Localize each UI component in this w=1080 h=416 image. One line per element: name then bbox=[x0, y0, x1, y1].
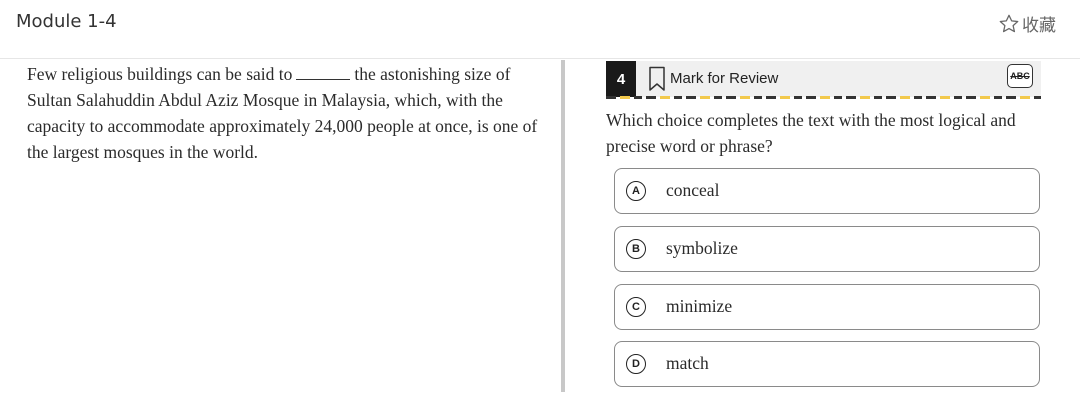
choice-c[interactable]: C minimize bbox=[614, 284, 1040, 330]
star-outline-icon bbox=[998, 13, 1020, 35]
choice-text: minimize bbox=[666, 296, 733, 316]
question-header-dashed-rule bbox=[606, 96, 1041, 99]
passage-text-before: Few religious buildings can be said to bbox=[27, 64, 293, 84]
choice-letter: B bbox=[626, 239, 646, 259]
choice-d[interactable]: D match bbox=[614, 341, 1040, 387]
bookmark-icon[interactable] bbox=[648, 66, 666, 97]
question-number: 4 bbox=[606, 61, 636, 97]
choice-text: symbolize bbox=[666, 238, 738, 258]
choice-text: conceal bbox=[666, 180, 720, 200]
question-prompt: Which choice completes the text with the… bbox=[606, 110, 1016, 156]
module-title: Module 1-4 bbox=[16, 11, 117, 32]
passage-blank bbox=[296, 63, 351, 80]
choice-a[interactable]: A conceal bbox=[614, 168, 1040, 214]
choice-letter: D bbox=[626, 354, 646, 374]
question-header: 4 Mark for Review ABC bbox=[606, 61, 1041, 99]
abc-label: ABC bbox=[1010, 71, 1030, 81]
header-divider bbox=[0, 58, 1080, 59]
mark-for-review-button[interactable]: Mark for Review bbox=[670, 70, 778, 87]
choice-letter: C bbox=[626, 297, 646, 317]
header-bar: Module 1-4 收藏 bbox=[0, 0, 1080, 46]
pane-divider[interactable] bbox=[561, 60, 565, 392]
reading-passage: Few religious buildings can be said to th… bbox=[27, 61, 542, 165]
favorite-label: 收藏 bbox=[1022, 16, 1056, 36]
choice-b[interactable]: B symbolize bbox=[614, 226, 1040, 272]
strikethrough-abc-icon[interactable]: ABC bbox=[1007, 64, 1033, 88]
choice-letter: A bbox=[626, 181, 646, 201]
favorite-button[interactable]: 收藏 bbox=[998, 11, 1056, 36]
choice-text: match bbox=[666, 353, 709, 373]
